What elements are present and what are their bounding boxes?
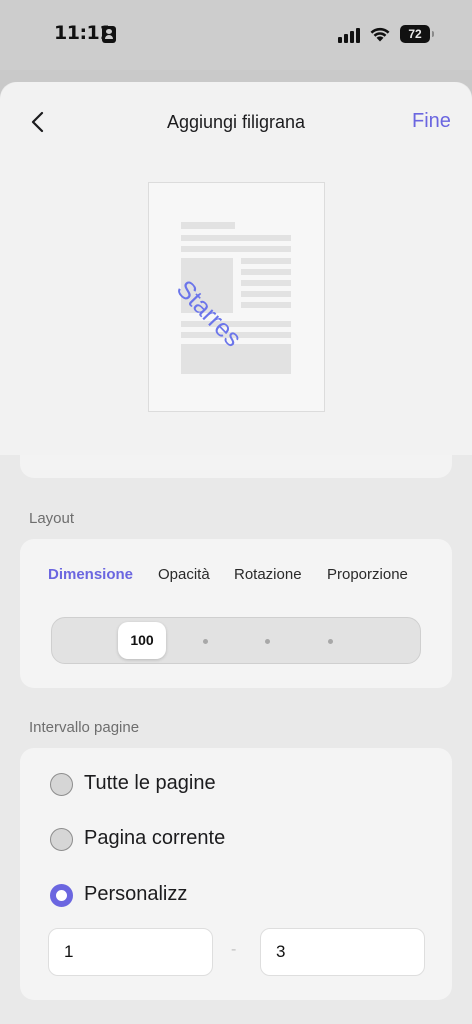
slider-knob[interactable]: 100 [118, 622, 166, 659]
page-range-section-label: Intervallo pagine [29, 719, 140, 736]
layout-card: Dimensione Opacità Rotazione Proporzione… [20, 539, 452, 688]
doc-line [181, 235, 291, 241]
slider-step-dot [328, 639, 333, 644]
range-from-input[interactable]: 1 [48, 928, 213, 976]
modal-title: Aggiungi filigrana [166, 112, 306, 132]
size-slider[interactable]: 100 [51, 617, 421, 664]
wifi-icon [370, 27, 390, 42]
option-label: Tutte le pagine [84, 772, 216, 794]
layout-section-label: Layout [29, 510, 75, 527]
doc-line [181, 222, 235, 229]
battery-icon: 72 [400, 25, 434, 43]
radio-button[interactable] [50, 773, 73, 796]
doc-line [181, 246, 291, 252]
tab-opacita[interactable]: Opacità [158, 566, 210, 583]
slider-step-dot [203, 639, 208, 644]
tab-proporzione[interactable]: Proporzione [327, 566, 408, 583]
range-to-input[interactable]: 3 [260, 928, 425, 976]
done-button[interactable]: Fine [412, 110, 451, 133]
page-range-card: Tutte le pagine Pagina corrente Personal… [20, 748, 452, 1000]
contact-card-icon [102, 26, 116, 43]
status-bar: 11:11 72 [0, 0, 472, 70]
doc-line [241, 302, 291, 308]
doc-line [241, 280, 291, 286]
tab-dimensione[interactable]: Dimensione [48, 566, 133, 583]
radio-button[interactable] [50, 828, 73, 851]
radio-button-selected[interactable] [50, 884, 73, 907]
tab-rotazione[interactable]: Rotazione [234, 566, 302, 583]
option-label: Pagina corrente [84, 827, 226, 849]
option-label: Personalizz [84, 883, 188, 905]
slider-step-dot [265, 639, 270, 644]
doc-line [241, 291, 291, 297]
battery-level: 72 [408, 27, 422, 41]
doc-block [181, 344, 291, 374]
doc-line [241, 269, 291, 275]
cellular-signal-icon [338, 27, 362, 43]
doc-line [241, 258, 291, 264]
watermark-preview-modal: Aggiungi filigrana Fine Starres [0, 82, 472, 455]
range-separator: - [231, 941, 237, 958]
document-preview: Starres [148, 182, 325, 412]
